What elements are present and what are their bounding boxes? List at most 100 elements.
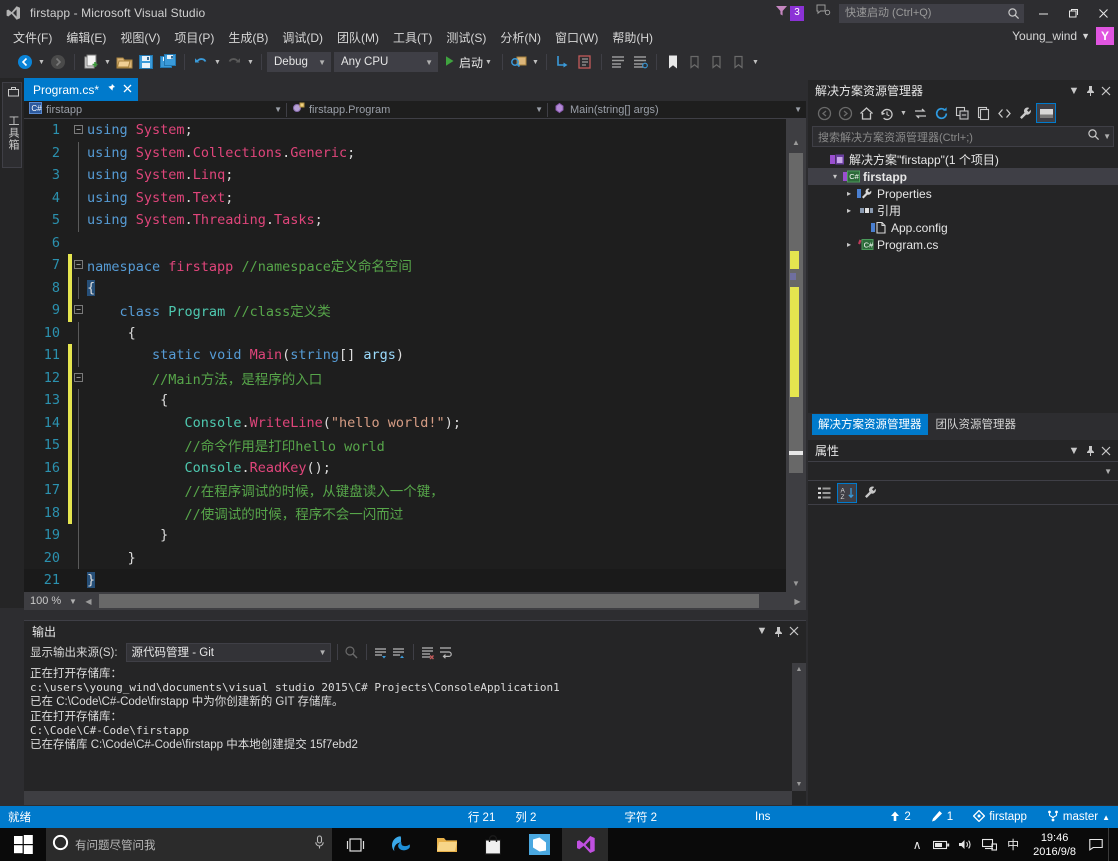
code-line[interactable]: 12 − //Main方法，是程序的入口 (24, 366, 806, 389)
step-into-icon[interactable] (552, 51, 574, 73)
start-debug-button[interactable]: 启动 ▼ (441, 54, 497, 71)
code-text[interactable]: using System; (85, 122, 193, 138)
menu-item-window[interactable]: 窗口(W) (548, 27, 605, 48)
code-text[interactable]: using System.Text; (85, 190, 233, 206)
menu-item-team[interactable]: 团队(M) (330, 27, 386, 48)
outlining-margin[interactable]: − (72, 299, 85, 322)
clear-all-icon[interactable] (420, 644, 436, 660)
chevron-down-icon[interactable]: ▼ (1104, 467, 1112, 476)
open-file-icon[interactable] (113, 51, 135, 73)
start-dropdown-icon[interactable]: ▼ (483, 59, 494, 66)
solution-platform-combo[interactable]: Any CPU ▼ (334, 52, 438, 72)
code-text[interactable]: } (85, 550, 136, 566)
alphabetical-sort-icon[interactable]: AZ (837, 482, 857, 503)
status-branch[interactable]: master ▲ (1037, 810, 1118, 825)
toolbar-overflow-icon[interactable]: ▼ (750, 59, 761, 66)
navbar-project-dropdown[interactable]: C# firstapp ▼ (24, 101, 286, 119)
uncomment-lines-icon[interactable] (629, 51, 651, 73)
code-text[interactable]: namespace firstapp //namespace定义命名空间 (85, 255, 412, 275)
outlining-margin[interactable] (72, 569, 85, 592)
cortana-search-box[interactable]: 有问题尽管问我 (46, 828, 332, 861)
bookmark-icon[interactable] (662, 51, 684, 73)
code-line[interactable]: 3 using System.Linq; (24, 164, 806, 187)
code-line[interactable]: 1 − using System; (24, 119, 806, 142)
outlining-margin[interactable] (72, 141, 85, 164)
comment-lines-icon[interactable] (607, 51, 629, 73)
editor-hscroll-track[interactable] (97, 592, 789, 610)
navigate-backward-dropdown-icon[interactable]: ▼ (36, 59, 47, 66)
panel-menu-icon[interactable]: ▼ (1066, 443, 1082, 459)
menu-item-debug[interactable]: 调试(D) (275, 27, 330, 48)
zoom-dropdown-icon[interactable]: ▼ (66, 597, 80, 606)
account-area[interactable]: Young_wind ▼ Y (1012, 27, 1114, 45)
code-line[interactable]: 21} (24, 569, 806, 592)
avatar[interactable]: Y (1096, 27, 1114, 45)
code-line[interactable]: 16 Console.ReadKey(); (24, 456, 806, 479)
attach-dropdown-icon[interactable]: ▼ (530, 59, 541, 66)
outlining-margin[interactable] (72, 321, 85, 344)
navbar-type-dropdown[interactable]: firstapp.Program ▼ (287, 101, 547, 119)
editor-hscroll-thumb[interactable] (99, 594, 759, 608)
sync-with-active-document-icon[interactable] (910, 103, 930, 123)
code-text[interactable]: static void Main(string[] args) (85, 347, 404, 363)
code-lines-container[interactable]: 1− using System; 2 using System.Collections… (24, 119, 806, 592)
code-text[interactable]: //命令作用是打印hello world (85, 435, 385, 455)
code-line[interactable]: 14 Console.WriteLine("hello world!"); (24, 411, 806, 434)
chevron-up-icon[interactable]: ▲ (1102, 813, 1110, 822)
chevron-down-icon[interactable]: ▼ (1081, 31, 1090, 41)
action-center-icon[interactable] (1084, 828, 1108, 861)
categorized-view-icon[interactable] (814, 483, 834, 503)
menu-item-edit[interactable]: 编辑(E) (59, 27, 113, 48)
close-icon[interactable] (786, 623, 802, 639)
pin-icon[interactable] (1082, 83, 1098, 99)
code-line[interactable]: 9 − class Program //class定义类 (24, 299, 806, 322)
code-editor[interactable]: 1− using System; 2 using System.Collections… (24, 119, 806, 592)
tab-solution-explorer[interactable]: 解决方案资源管理器 (812, 414, 928, 435)
outlining-margin[interactable] (72, 456, 85, 479)
undo-dropdown-icon[interactable]: ▼ (212, 59, 223, 66)
notification-count-badge[interactable]: 3 (790, 5, 804, 21)
status-repository[interactable]: firstapp (963, 809, 1037, 825)
taskbar-file-explorer-icon[interactable] (424, 828, 470, 861)
code-text[interactable]: Console.ReadKey(); (85, 460, 331, 476)
outlining-margin[interactable] (72, 546, 85, 569)
editor-scroll-track[interactable] (786, 151, 806, 575)
code-line[interactable]: 6 (24, 232, 806, 255)
code-line[interactable]: 2 using System.Collections.Generic; (24, 141, 806, 164)
scroll-up-icon[interactable]: ▲ (792, 663, 806, 676)
code-text[interactable]: { (85, 279, 96, 296)
code-text[interactable]: using System.Collections.Generic; (85, 145, 355, 161)
code-line[interactable]: 19 } (24, 524, 806, 547)
scroll-up-icon[interactable]: ▲ (786, 134, 806, 151)
refresh-icon[interactable] (931, 103, 951, 123)
outlining-margin[interactable] (72, 411, 85, 434)
solution-search-input[interactable]: 搜索解决方案资源管理器(Ctrl+;) ▼ (812, 126, 1114, 147)
code-text[interactable]: //使调试的时候，程序不会一闪而过 (85, 503, 404, 523)
code-line[interactable]: 10 { (24, 321, 806, 344)
menu-item-build[interactable]: 生成(B) (221, 27, 275, 48)
scroll-down-icon[interactable]: ▼ (792, 778, 806, 791)
code-text[interactable]: } (85, 527, 168, 543)
pin-icon[interactable] (1082, 443, 1098, 459)
taskbar-edge-icon[interactable] (378, 828, 424, 861)
home-icon[interactable] (856, 103, 876, 123)
code-line[interactable]: 8{ (24, 276, 806, 299)
code-text[interactable]: //Main方法，是程序的入口 (85, 368, 322, 388)
chevron-right-icon[interactable]: ▸ (842, 206, 856, 215)
outlining-margin[interactable] (72, 389, 85, 412)
show-desktop-button[interactable] (1108, 828, 1116, 861)
go-to-previous-message-icon[interactable] (373, 644, 389, 660)
preview-selected-items-icon[interactable] (1036, 103, 1056, 123)
start-button[interactable] (0, 828, 46, 861)
toggle-word-wrap-icon[interactable] (438, 644, 454, 660)
collapse-icon[interactable]: − (74, 372, 83, 382)
step-over-icon[interactable] (574, 51, 596, 73)
task-view-button[interactable] (332, 828, 378, 861)
search-options-dropdown-icon[interactable]: ▼ (1100, 132, 1111, 141)
show-hidden-icons-icon[interactable]: ∧ (905, 828, 929, 861)
collapse-icon[interactable]: − (74, 305, 83, 314)
pending-changes-filter-icon[interactable] (877, 103, 897, 123)
feedback-icon[interactable] (816, 4, 831, 22)
code-line[interactable]: 4 using System.Text; (24, 186, 806, 209)
attach-to-process-icon[interactable] (508, 51, 530, 73)
